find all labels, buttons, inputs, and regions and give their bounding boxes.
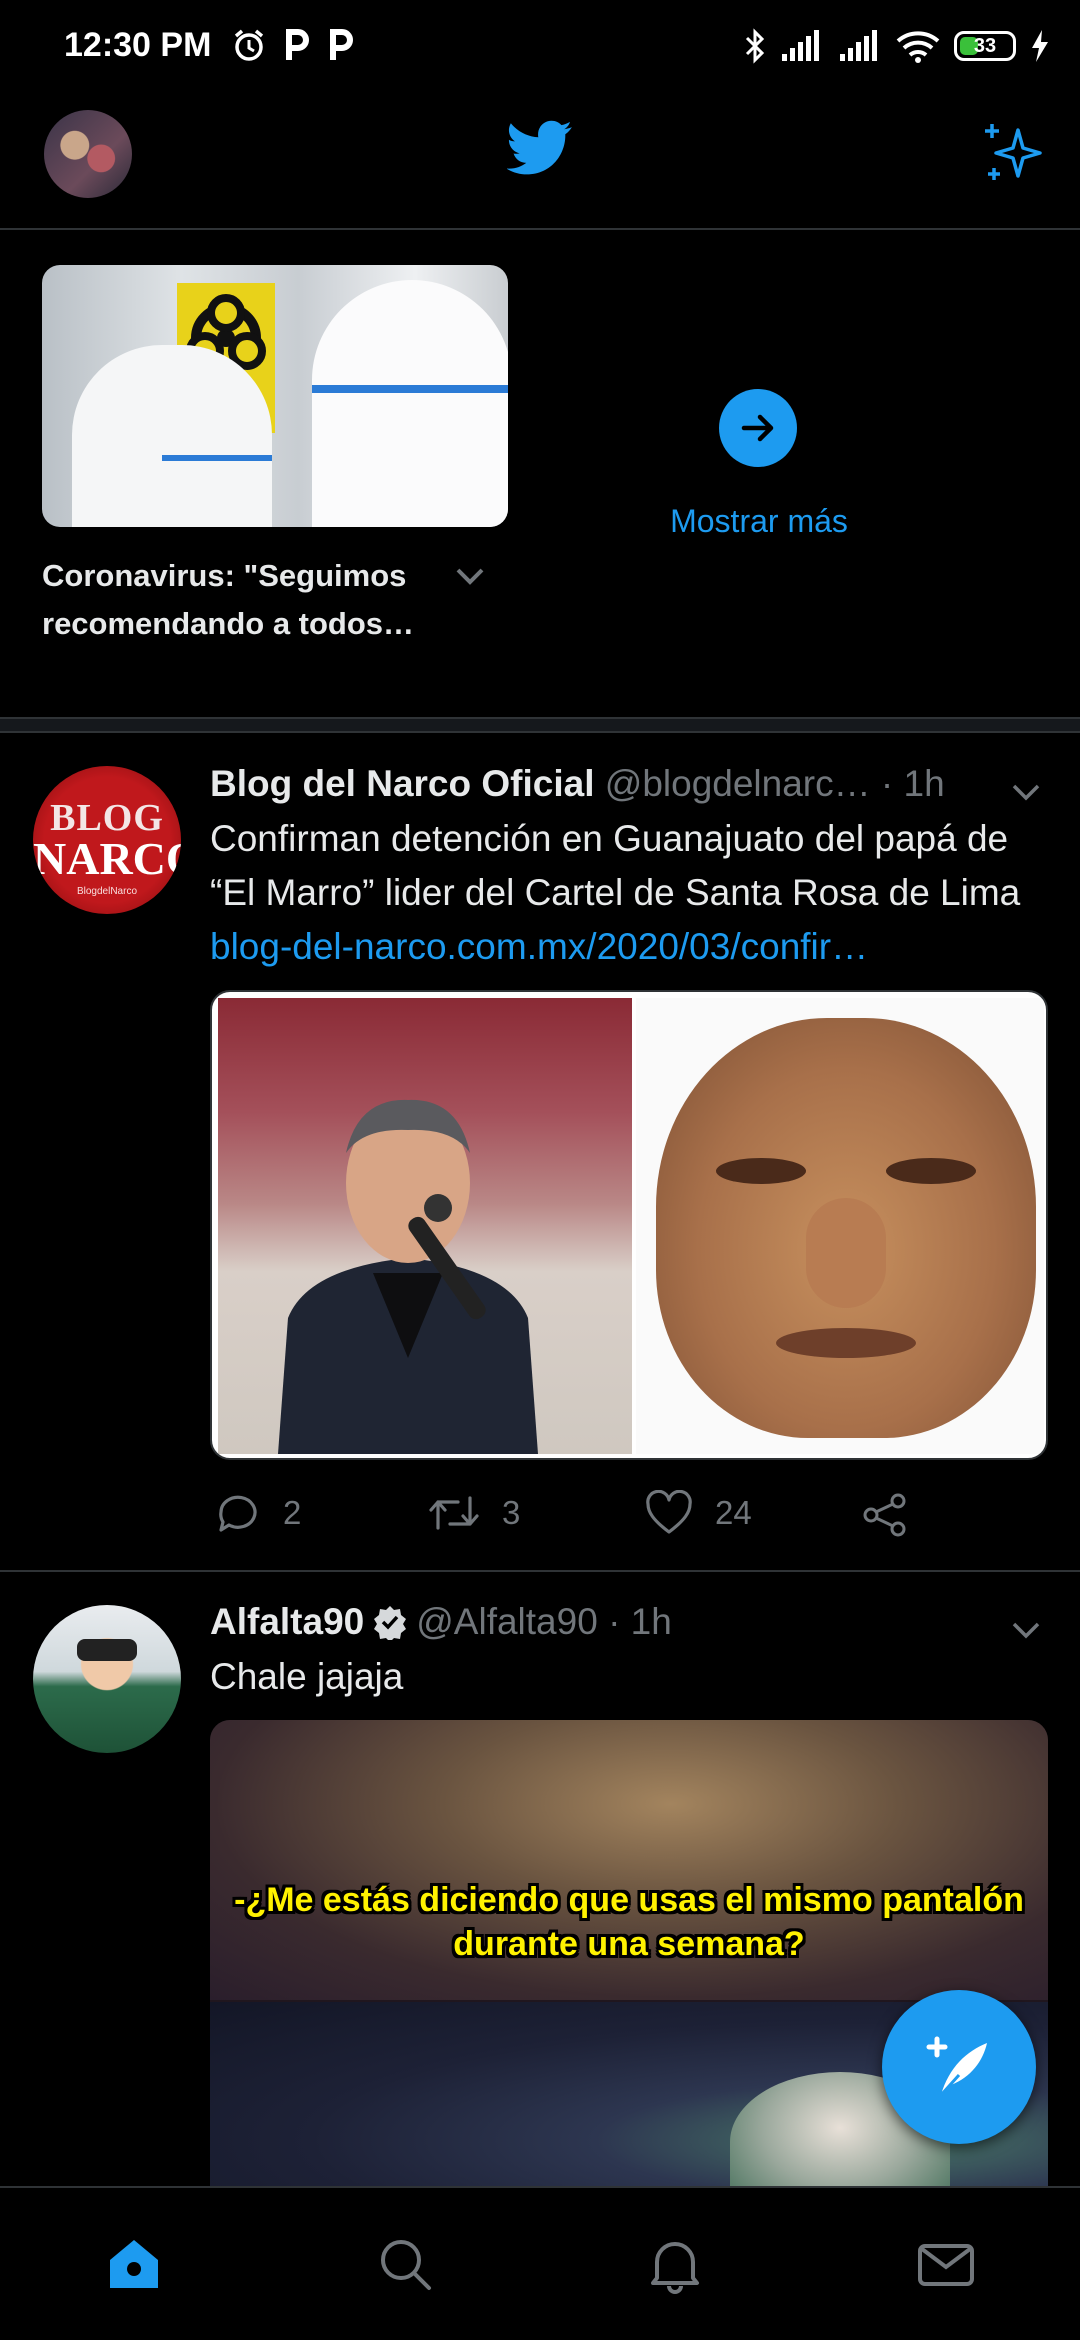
nav-messages[interactable]: [916, 2234, 976, 2294]
like-button[interactable]: 24: [645, 1490, 752, 1536]
tweet-header: Blog del Narco Oficial @blogdelnarc… · 1…: [210, 760, 945, 808]
reply-count: 2: [283, 1494, 302, 1531]
parking-p-icon: [286, 29, 309, 60]
meme-caption: -¿Me estás diciendo que usas el mismo pa…: [234, 1881, 1024, 1963]
reply-icon: [219, 1495, 257, 1532]
section-separator: [0, 717, 1080, 733]
tweet-text: Confirman detención en Guanajuato del pa…: [210, 812, 1056, 974]
alarm-icon: [234, 29, 264, 61]
mugshot-face: [656, 1018, 1036, 1438]
meme-top-frame: -¿Me estás diciendo que usas el mismo pa…: [210, 1720, 1048, 2000]
hazmat-suit-figure: [312, 280, 508, 527]
retweet-icon: [429, 1496, 479, 1530]
nav-home[interactable]: [104, 2234, 164, 2294]
tweet-body: Confirman detención en Guanajuato del pa…: [210, 818, 1021, 913]
tweet-divider: [0, 1570, 1080, 1572]
hazmat-suit-figure: [72, 345, 272, 527]
status-icons-right: 33: [744, 28, 1050, 64]
status-time: 12:30 PM: [64, 26, 212, 64]
search-icon: [381, 2240, 431, 2290]
avatar-logo-text: NARCO: [33, 833, 181, 884]
reply-button[interactable]: 2: [215, 1490, 301, 1536]
chevron-down-icon[interactable]: [450, 556, 490, 596]
tweet-header: Alfalta90 @Alfalta90 · 1h: [210, 1598, 672, 1646]
moment-image[interactable]: [42, 265, 508, 527]
arrow-right-icon: [741, 414, 774, 442]
moment-title[interactable]: Coronavirus: "Seguimos recomendando a to…: [42, 552, 462, 648]
like-count: 24: [715, 1494, 752, 1531]
tweet-time: · 1h: [880, 763, 945, 804]
profile-avatar[interactable]: [44, 110, 132, 198]
compose-tweet-button[interactable]: [882, 1990, 1036, 2144]
notifications-bell-icon: [651, 2242, 699, 2294]
tweet-link[interactable]: blog-del-narco.com.mx/2020/03/confir…: [210, 926, 868, 967]
twitter-bird-icon[interactable]: [507, 120, 573, 176]
verified-badge-icon: [374, 1606, 407, 1640]
parking-p-icon: [330, 29, 353, 60]
tweet-author-handle[interactable]: @Alfalta90: [416, 1601, 598, 1642]
tweet-author-name[interactable]: Blog del Narco Oficial: [210, 763, 594, 804]
media-photo-speaker: [218, 998, 632, 1454]
tweet-media[interactable]: [210, 990, 1048, 1460]
charging-bolt-icon: [1032, 30, 1048, 62]
media-photo-mugshot: [636, 998, 1044, 1454]
sunglasses: [77, 1639, 137, 1661]
tweet-author-name[interactable]: Alfalta90: [210, 1601, 364, 1642]
tweet-author-avatar[interactable]: [33, 1605, 181, 1753]
battery-icon: 33: [954, 31, 1016, 61]
show-more-link[interactable]: Mostrar más: [600, 503, 918, 540]
home-icon: [110, 2240, 158, 2288]
heart-icon: [646, 1490, 692, 1534]
status-bar: 12:30 PM 33: [0, 0, 1080, 95]
sparkle-icon[interactable]: [980, 120, 1046, 186]
nav-search[interactable]: [375, 2234, 435, 2294]
avatar-logo-text: BlogdelNarco: [76, 886, 138, 897]
battery-level: 33: [973, 35, 997, 57]
speaker-figure: [278, 1099, 538, 1454]
show-more-button[interactable]: [719, 389, 797, 467]
tweet-author-handle[interactable]: @blogdelnarc…: [605, 763, 871, 804]
wifi-icon: [896, 31, 940, 63]
tweet-time: · 1h: [608, 1601, 672, 1642]
bottom-navigation: [0, 2186, 1080, 2340]
tweet-menu-chevron-icon[interactable]: [1006, 772, 1046, 812]
signal-icon: [840, 30, 877, 61]
tweet-menu-chevron-icon[interactable]: [1006, 1610, 1046, 1650]
bluetooth-icon: [745, 28, 765, 64]
retweet-button[interactable]: 3: [428, 1490, 520, 1536]
retweet-count: 3: [502, 1494, 521, 1531]
nav-notifications[interactable]: [645, 2234, 705, 2294]
compose-feather-icon: [926, 2036, 987, 2097]
messages-mail-icon: [918, 2244, 974, 2286]
status-icons-left: [232, 28, 354, 62]
suit-tape: [162, 455, 272, 461]
signal-icon: [782, 30, 819, 61]
tweet-text: Chale jajaja: [210, 1656, 404, 1697]
header-divider: [0, 228, 1080, 230]
tweet-author-avatar[interactable]: BLOG NARCO BlogdelNarco: [33, 766, 181, 914]
share-icon[interactable]: [862, 1492, 908, 1538]
suit-tape: [312, 385, 508, 393]
